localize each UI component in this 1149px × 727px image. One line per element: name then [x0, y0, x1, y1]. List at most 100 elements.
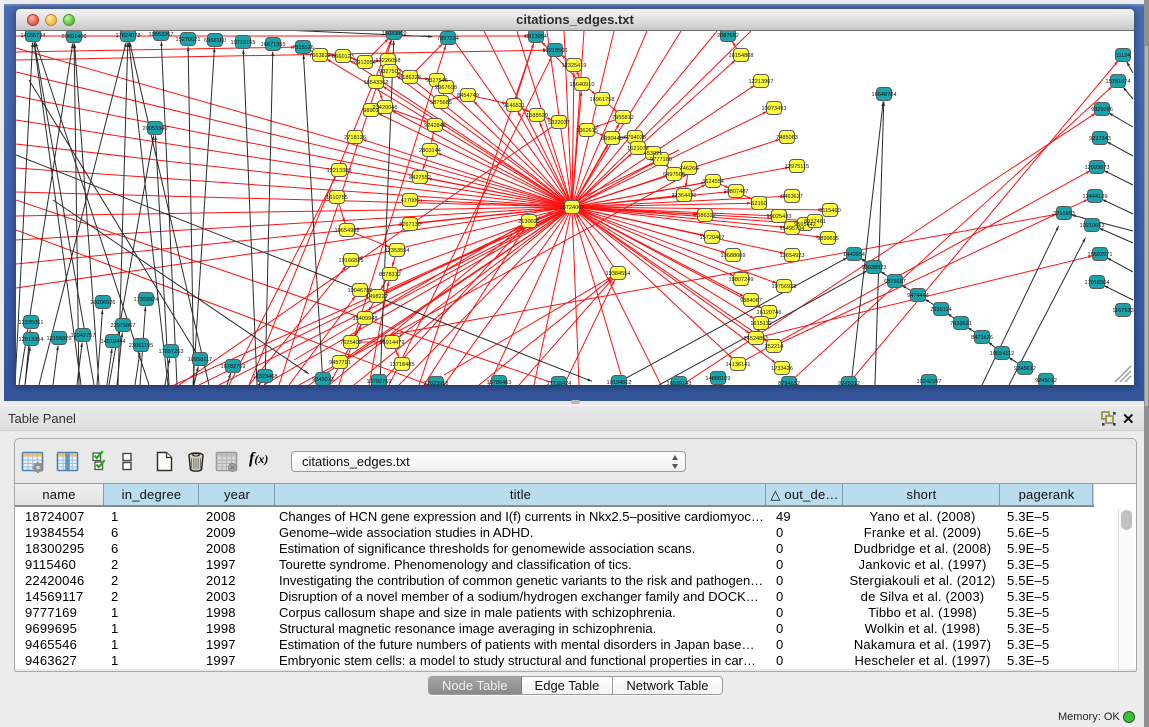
- svg-text:8471626: 8471626: [971, 335, 993, 341]
- svg-text:9384067: 9384067: [740, 298, 762, 304]
- svg-text:17016504: 17016504: [1085, 280, 1110, 286]
- svg-text:6966160: 6966160: [204, 38, 226, 44]
- svg-text:10242557: 10242557: [917, 379, 942, 385]
- svg-text:2718126: 2718126: [344, 135, 366, 141]
- svg-text:21364436: 21364436: [672, 193, 697, 199]
- svg-text:9245013: 9245013: [312, 377, 334, 383]
- svg-text:8937461: 8937461: [804, 219, 826, 225]
- svg-text:8990448: 8990448: [601, 136, 623, 142]
- svg-text:5875685: 5875685: [430, 100, 452, 106]
- svg-text:252214: 252214: [765, 344, 784, 350]
- svg-text:12942757: 12942757: [71, 333, 96, 339]
- svg-text:16914479: 16914479: [380, 340, 405, 346]
- svg-text:8427552: 8427552: [409, 175, 431, 181]
- svg-text:17957253: 17957253: [159, 349, 184, 355]
- svg-text:8660123: 8660123: [332, 54, 354, 60]
- svg-text:16120746: 16120746: [757, 310, 782, 316]
- svg-text:15409948: 15409948: [353, 316, 378, 322]
- svg-text:16939143: 16939143: [667, 381, 692, 385]
- svg-text:98901: 98901: [363, 108, 379, 114]
- svg-text:12093873: 12093873: [1085, 165, 1110, 171]
- svg-text:14866109: 14866109: [706, 376, 731, 382]
- svg-text:17359924: 17359924: [134, 297, 159, 303]
- svg-text:17824078: 17824078: [116, 33, 141, 39]
- svg-text:12023958: 12023958: [424, 381, 449, 385]
- svg-text:10654112: 10654112: [990, 351, 1014, 357]
- svg-text:13718485: 13718485: [390, 362, 415, 368]
- svg-text:13786463: 13786463: [487, 380, 512, 385]
- svg-text:2803144: 2803144: [419, 148, 441, 154]
- svg-text:19166825: 19166825: [339, 258, 364, 264]
- svg-text:9474444: 9474444: [907, 293, 929, 299]
- svg-text:746266: 746266: [680, 166, 699, 172]
- svg-text:15640910: 15640910: [570, 82, 595, 88]
- svg-text:22975867: 22975867: [111, 323, 136, 329]
- svg-text:2935114: 2935114: [930, 307, 951, 313]
- svg-text:1362615: 1362615: [576, 128, 598, 134]
- svg-text:7663822: 7663822: [309, 53, 331, 59]
- svg-text:16671355: 16671355: [261, 42, 286, 48]
- svg-text:9899695: 9899695: [817, 236, 839, 242]
- svg-text:7632621: 7632621: [950, 321, 972, 327]
- svg-text:9242848: 9242848: [424, 123, 446, 129]
- svg-text:9146821: 9146821: [503, 103, 525, 109]
- svg-text:1615112: 1615112: [750, 321, 771, 327]
- svg-text:8454749: 8454749: [457, 93, 479, 99]
- svg-text:23051195: 23051195: [129, 343, 153, 349]
- svg-text:9329996: 9329996: [1091, 107, 1113, 113]
- svg-text:1167533: 1167533: [1112, 308, 1133, 314]
- svg-text:9327503: 9327503: [379, 69, 401, 75]
- svg-text:19756928: 19756928: [772, 284, 797, 290]
- svg-text:6879197: 6879197: [884, 279, 906, 285]
- svg-text:12325419: 12325419: [562, 63, 587, 69]
- svg-text:12213967: 12213967: [749, 79, 774, 85]
- svg-text:10958117: 10958117: [188, 357, 212, 363]
- svg-text:10973493: 10973493: [762, 106, 787, 112]
- svg-text:12913354: 12913354: [19, 337, 44, 343]
- svg-text:9245012: 9245012: [1035, 378, 1057, 384]
- svg-text:10553267: 10553267: [149, 32, 174, 38]
- svg-text:3215953: 3215953: [1053, 211, 1075, 217]
- svg-text:10792759: 10792759: [367, 379, 392, 385]
- svg-text:18807249: 18807249: [729, 277, 754, 283]
- svg-text:14519444: 14519444: [101, 339, 126, 345]
- svg-text:12335061: 12335061: [19, 320, 44, 326]
- svg-text:16033809: 16033809: [382, 31, 407, 37]
- svg-text:1440954: 1440954: [843, 252, 865, 258]
- svg-text:12213389: 12213389: [327, 168, 352, 174]
- svg-text:14055724: 14055724: [21, 33, 46, 39]
- svg-text:7485063: 7485063: [776, 135, 798, 141]
- svg-text:16782759: 16782759: [221, 364, 246, 370]
- svg-text:10210663: 10210663: [1080, 223, 1105, 229]
- svg-text:10025433: 10025433: [767, 214, 792, 220]
- svg-text:2130025: 2130025: [518, 219, 540, 225]
- svg-text:12444139: 12444139: [1083, 194, 1108, 200]
- svg-text:5322037: 5322037: [548, 120, 570, 126]
- svg-text:2967608: 2967608: [435, 85, 457, 91]
- svg-text:20691406: 20691406: [62, 34, 87, 40]
- svg-text:7625402: 7625402: [340, 340, 362, 346]
- svg-text:12156829: 12156829: [47, 336, 72, 342]
- svg-text:10807487: 10807487: [724, 189, 749, 195]
- svg-text:1588520: 1588520: [526, 113, 548, 119]
- svg-text:19654982: 19654982: [335, 228, 360, 234]
- svg-text:1733426: 1733426: [771, 366, 793, 372]
- svg-text:8267130: 8267130: [399, 222, 421, 228]
- svg-text:6794028: 6794028: [624, 135, 646, 141]
- svg-text:12323468: 12323468: [253, 374, 278, 380]
- svg-text:9327546: 9327546: [426, 78, 448, 84]
- svg-text:62160: 62160: [751, 201, 767, 207]
- svg-text:15692971: 15692971: [1088, 252, 1113, 258]
- svg-text:7955812: 7955812: [612, 115, 634, 121]
- svg-text:20053346: 20053346: [143, 126, 168, 132]
- svg-text:16543362: 16543362: [364, 80, 389, 86]
- svg-text:9115460: 9115460: [819, 208, 840, 214]
- svg-text:12353594: 12353594: [385, 248, 410, 254]
- svg-text:14136141: 14136141: [726, 362, 751, 368]
- svg-text:18724007: 18724007: [560, 205, 585, 211]
- svg-text:19384554: 19384554: [606, 271, 631, 277]
- svg-text:19194812: 19194812: [607, 380, 632, 385]
- svg-text:19218506: 19218506: [543, 48, 568, 54]
- svg-text:8912954: 8912954: [354, 60, 376, 66]
- svg-text:8186328: 8186328: [399, 75, 421, 81]
